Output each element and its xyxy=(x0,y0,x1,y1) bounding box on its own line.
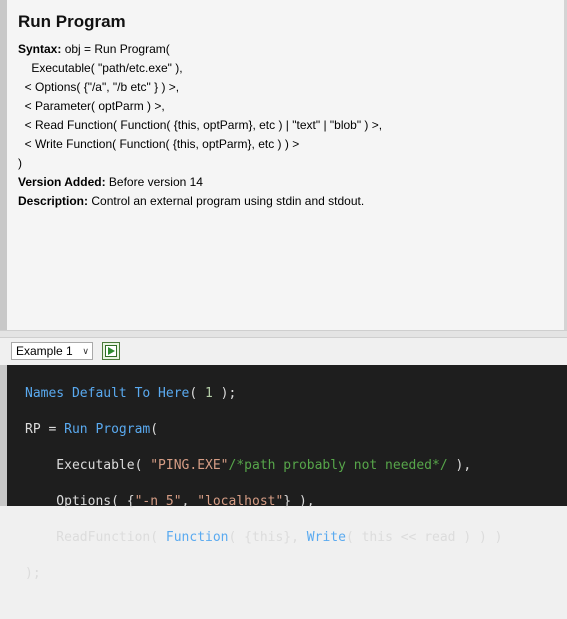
version-value: Before version 14 xyxy=(105,175,203,189)
description-value: Control an external program using stdin … xyxy=(88,194,365,208)
example-select-value: Example 1 xyxy=(16,344,73,358)
code-line: ); xyxy=(25,566,41,581)
run-script-button[interactable] xyxy=(102,342,120,360)
pane-splitter[interactable] xyxy=(0,330,567,338)
syntax-line: < Parameter( optParm ) >, xyxy=(18,99,165,113)
code-editor[interactable]: Names Default To Here( 1 ); RP = Run Pro… xyxy=(0,365,567,581)
syntax-line: Syntax: obj = Run Program( xyxy=(18,40,382,59)
code-line: RP = Run Program( xyxy=(25,422,159,437)
description-label: Description: xyxy=(18,194,89,208)
code-line: Names Default To Here( 1 ); xyxy=(25,386,237,401)
syntax-line: < Options( {"/a", "/b etc" } ) >, xyxy=(18,80,180,94)
code-line: Executable( "PING.EXE"/*path probably no… xyxy=(25,458,472,473)
code-block[interactable]: Names Default To Here( 1 ); RP = Run Pro… xyxy=(25,367,502,619)
help-pane: Run Program Syntax: obj = Run Program( E… xyxy=(0,0,567,330)
help-body: Syntax: obj = Run Program( Executable( "… xyxy=(18,40,382,211)
syntax-label: Syntax: xyxy=(18,42,62,56)
example-select[interactable]: Example 1 ∨ xyxy=(11,342,93,360)
syntax-line: < Read Function( Function( {this, optPar… xyxy=(18,118,383,132)
example-toolbar: Example 1 ∨ xyxy=(0,338,567,365)
code-line: Options( {"-n 5", "localhost"} ), xyxy=(25,494,315,509)
syntax-text: obj = Run Program( xyxy=(61,42,170,56)
code-line: ReadFunction( Function( {this}, Write( t… xyxy=(25,530,503,545)
syntax-line: Executable( "path/etc.exe" ), xyxy=(18,61,183,75)
page-title: Run Program xyxy=(18,12,126,31)
syntax-line: ) xyxy=(18,156,22,170)
play-icon xyxy=(105,345,117,357)
description-line: Description: Control an external program… xyxy=(18,192,382,211)
syntax-line: < Write Function( Function( {this, optPa… xyxy=(18,137,300,151)
version-label: Version Added: xyxy=(18,175,106,189)
version-line: Version Added: Before version 14 xyxy=(18,173,382,192)
chevron-down-icon[interactable]: ∨ xyxy=(82,343,89,359)
